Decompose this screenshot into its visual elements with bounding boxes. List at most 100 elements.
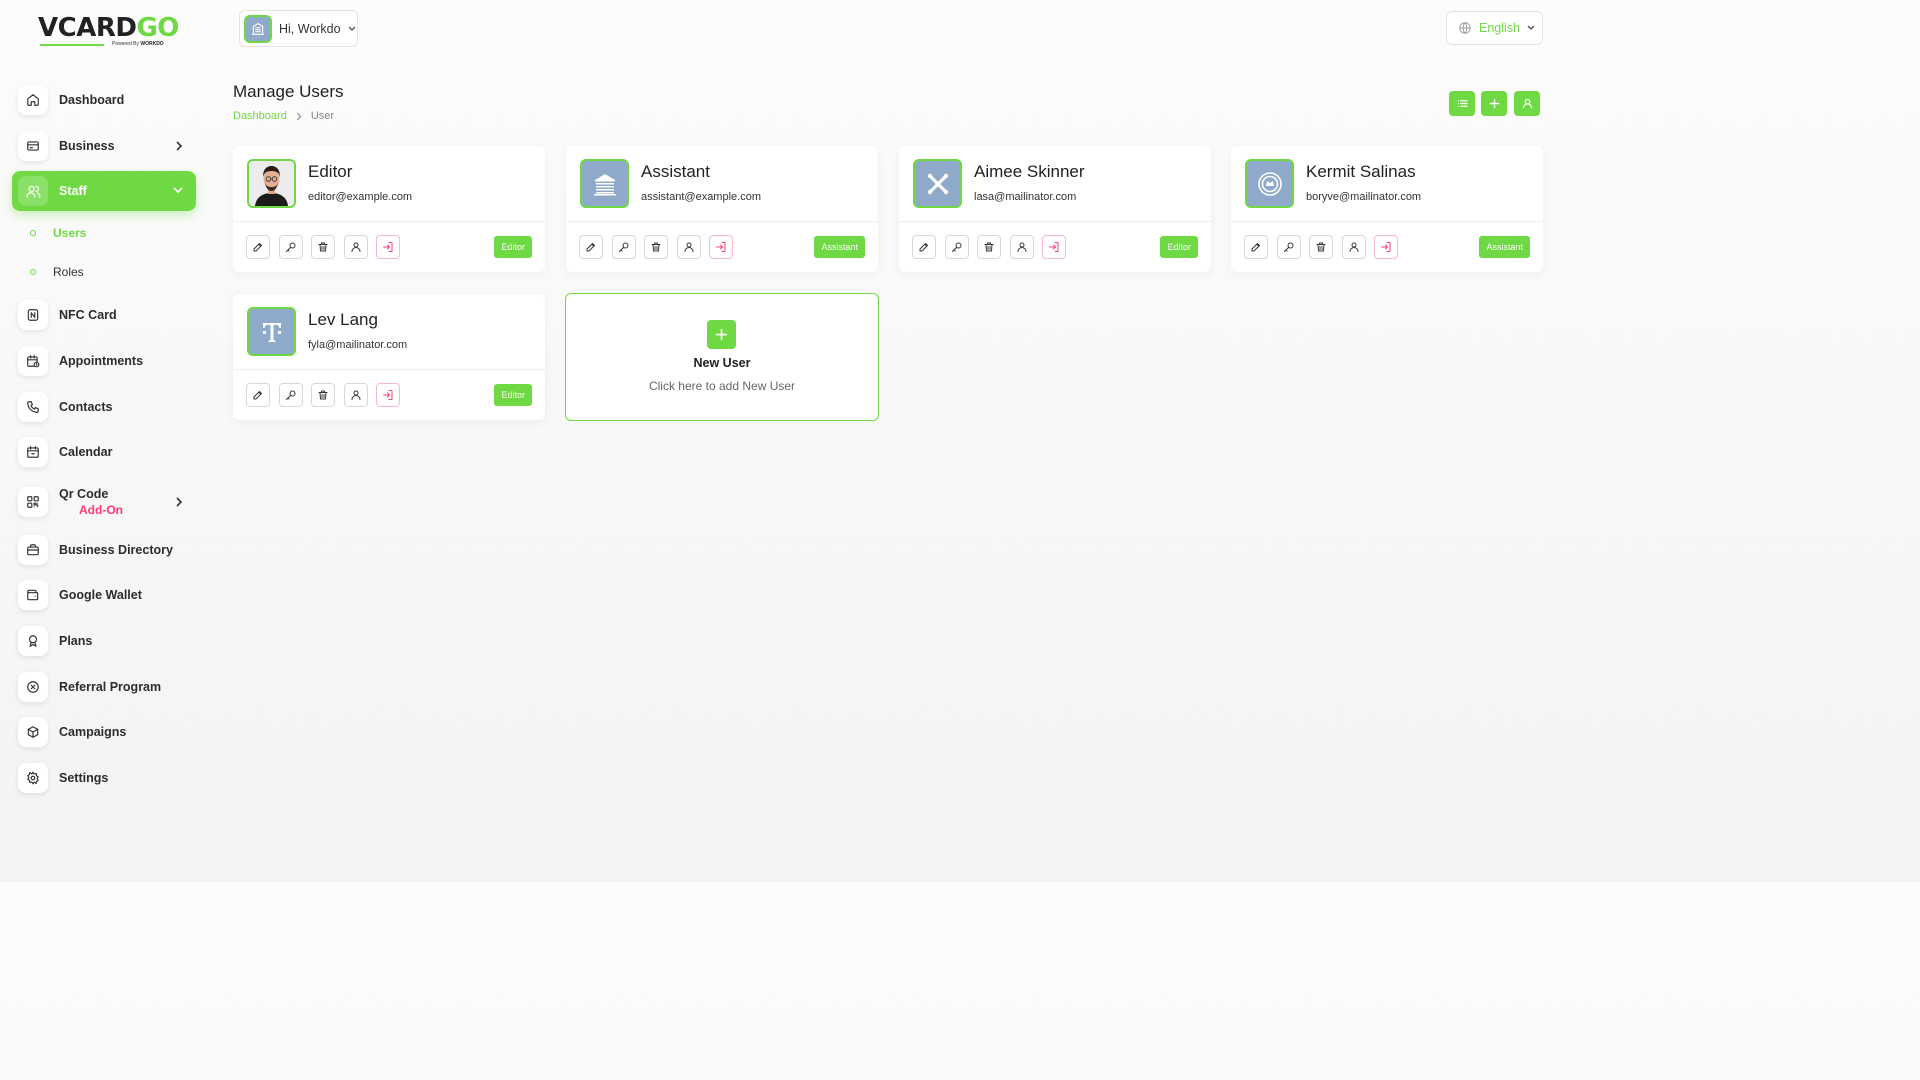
user-name: Editor <box>308 162 353 181</box>
user-info-button[interactable] <box>1341 235 1366 259</box>
login-as-user-button[interactable] <box>1042 235 1067 259</box>
pencil-icon <box>585 241 597 253</box>
sidebar-item-label: Appointments <box>59 354 144 368</box>
sidebar-item-label: Contacts <box>59 400 113 414</box>
sidebar-subitem-roles[interactable]: Roles <box>30 262 84 282</box>
sidebar-subitem-users[interactable]: Users <box>30 223 86 243</box>
briefcase-icon <box>18 535 48 565</box>
user-info-button[interactable] <box>1009 235 1034 259</box>
reset-password-button[interactable] <box>1276 235 1301 259</box>
role-badge: Editor <box>1160 236 1198 258</box>
sidebar-item-label: Qr Code <box>59 486 109 501</box>
divider <box>899 221 1211 222</box>
delete-button[interactable] <box>311 383 336 407</box>
login-as-user-button[interactable] <box>1374 235 1399 259</box>
pencil-icon <box>252 241 264 253</box>
pencil-icon <box>252 389 264 401</box>
sidebar-item-label: Business <box>59 139 115 153</box>
user-card: Aimee Skinner lasa@mailinator.com Editor <box>899 146 1211 272</box>
sidebar-item-google-wallet[interactable]: Google Wallet <box>12 575 196 615</box>
sign-in-icon <box>1048 241 1060 253</box>
sidebar-item-referral-program[interactable]: Referral Program <box>12 667 196 707</box>
reset-password-button[interactable] <box>944 235 969 259</box>
user-email: boryve@mailinator.com <box>1306 191 1422 203</box>
sidebar-item-calendar[interactable]: Calendar <box>12 432 196 472</box>
sidebar-item-staff[interactable]: Staff <box>12 171 196 211</box>
edit-button[interactable] <box>579 235 603 259</box>
plus-icon <box>1489 98 1500 109</box>
user-card: Assistant assistant@example.com Assistan… <box>566 146 878 272</box>
trash-icon <box>983 241 995 253</box>
list-view-button[interactable] <box>1449 91 1475 116</box>
sidebar-item-label: Plans <box>59 634 93 648</box>
qr-icon <box>18 487 48 517</box>
sidebar-item-label: Business Directory <box>59 543 173 557</box>
new-user-title: New User <box>693 356 751 370</box>
role-badge: Assistant <box>814 236 865 258</box>
delete-button[interactable] <box>977 235 1002 259</box>
sidebar-item-nfc-card[interactable]: NFC Card <box>12 295 196 335</box>
user-actions <box>246 235 409 259</box>
login-as-user-button[interactable] <box>709 235 734 259</box>
user-menu-dropdown[interactable]: Hi, Workdo <box>239 10 358 47</box>
sidebar-item-label: Calendar <box>59 445 113 459</box>
user-icon <box>1522 98 1533 109</box>
chevron-right-icon <box>174 496 184 508</box>
sidebar-item-plans[interactable]: Plans <box>12 621 196 661</box>
reset-password-button[interactable] <box>278 235 303 259</box>
gear-icon <box>18 763 48 793</box>
delete-button[interactable] <box>1309 235 1334 259</box>
delete-button[interactable] <box>311 235 336 259</box>
sidebar-item-campaigns[interactable]: Campaigns <box>12 712 196 752</box>
language-dropdown[interactable]: English <box>1446 11 1543 45</box>
user-email: assistant@example.com <box>641 191 761 203</box>
user-info-button[interactable] <box>343 383 368 407</box>
sidebar-item-dashboard[interactable]: Dashboard <box>12 80 196 120</box>
trash-icon <box>1315 241 1327 253</box>
home-icon <box>18 85 48 115</box>
key-icon <box>1283 241 1295 253</box>
user-card: Lev Lang fyla@mailinator.com Editor <box>233 294 545 420</box>
reset-password-button[interactable] <box>611 235 636 259</box>
user-info-button[interactable] <box>676 235 701 259</box>
edit-button[interactable] <box>912 235 936 259</box>
sign-in-icon <box>715 241 727 253</box>
user-email: lasa@mailinator.com <box>974 191 1077 203</box>
sidebar-item-business-directory[interactable]: Business Directory <box>12 530 196 570</box>
user-logs-button[interactable] <box>1514 91 1540 116</box>
role-badge: Assistant <box>1479 236 1530 258</box>
pencil-icon <box>1250 241 1262 253</box>
sidebar-item-label: Referral Program <box>59 680 162 694</box>
edit-button[interactable] <box>1244 235 1268 259</box>
sidebar-subitem-label: Users <box>53 226 87 240</box>
sidebar-item-business[interactable]: Business <box>12 126 196 166</box>
user-name: Aimee Skinner <box>974 162 1085 181</box>
sidebar-item-settings[interactable]: Settings <box>12 758 196 798</box>
login-as-user-button[interactable] <box>376 235 401 259</box>
language-label: English <box>1479 21 1520 35</box>
page-title: Manage Users <box>233 82 344 101</box>
edit-button[interactable] <box>246 235 270 259</box>
logo-main: VCARD <box>38 13 137 43</box>
new-user-card[interactable]: New User Click here to add New User <box>565 293 879 421</box>
sidebar-item-appointments[interactable]: Appointments <box>12 341 196 381</box>
sidebar-item-label: Staff <box>59 184 87 198</box>
sign-in-icon <box>382 389 394 401</box>
plus-icon <box>707 320 736 349</box>
user-info-button[interactable] <box>343 235 368 259</box>
delete-button[interactable] <box>644 235 669 259</box>
nfc-icon <box>18 300 48 330</box>
create-user-button[interactable] <box>1481 91 1507 116</box>
sidebar-item-label: Dashboard <box>59 93 125 107</box>
vcardgo-logo[interactable]: VCARDGO Powered By WORKDO <box>38 13 179 50</box>
bullet-icon <box>30 230 36 236</box>
sidebar-item-contacts[interactable]: Contacts <box>12 387 196 427</box>
breadcrumb-home-link[interactable]: Dashboard <box>233 110 287 122</box>
trash-icon <box>317 389 329 401</box>
login-as-user-button[interactable] <box>376 383 401 407</box>
user-actions <box>246 383 409 407</box>
reset-password-button[interactable] <box>278 383 303 407</box>
divider <box>1231 221 1543 222</box>
edit-button[interactable] <box>246 383 270 407</box>
appointments-icon <box>18 346 48 376</box>
